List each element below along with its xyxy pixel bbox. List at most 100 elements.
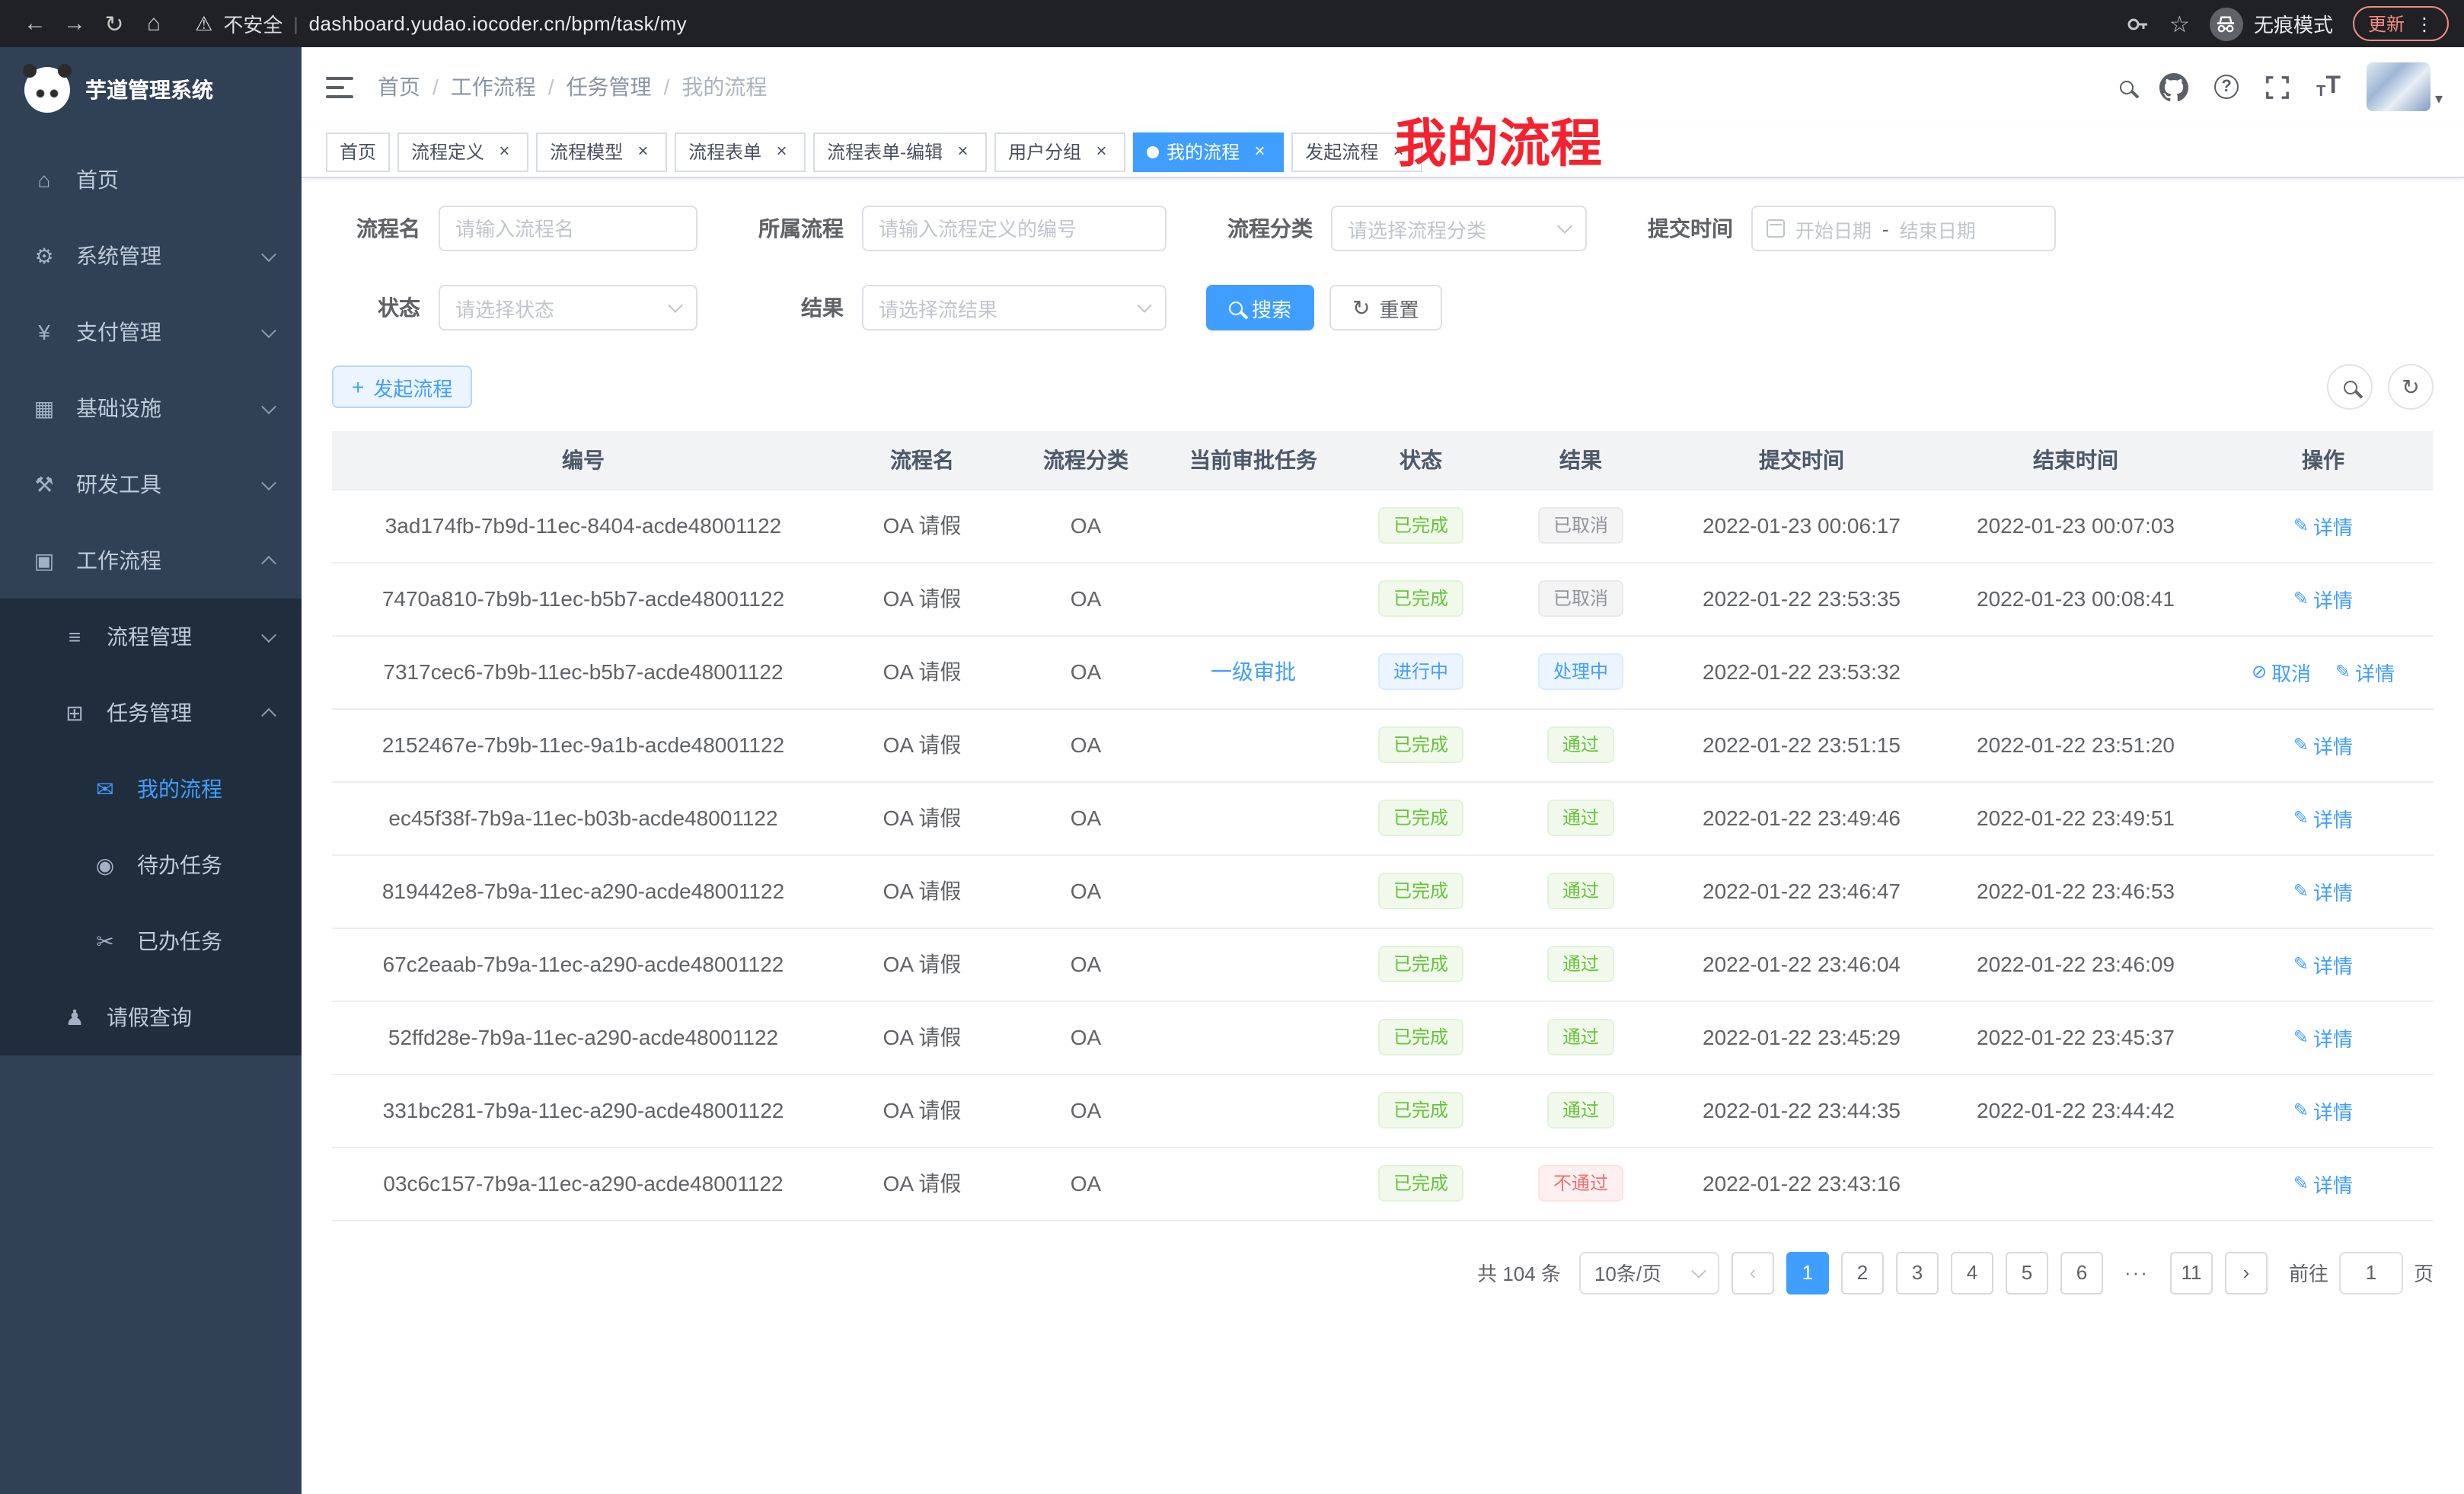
sidebar-item-system[interactable]: ⚙ 系统管理 (0, 218, 302, 294)
detail-link[interactable]: ✎ 详情 (2293, 876, 2353, 905)
process-table: 编号 流程名 流程分类 当前审批任务 状态 结果 (332, 431, 2434, 1221)
status-badge: 已完成 (1378, 1092, 1463, 1128)
sidebar-item-todo-task[interactable]: ◉ 待办任务 (0, 827, 302, 903)
sidebar-item-devtools[interactable]: ⚒ 研发工具 (0, 446, 302, 522)
cell-submit-time: 2022-01-22 23:46:04 (1664, 927, 1939, 1001)
forward-icon[interactable]: → (55, 11, 94, 37)
sidebar-item-leave-query[interactable]: ♟ 请假查询 (0, 979, 302, 1055)
page-size-select[interactable]: 10条/页 (1579, 1251, 1719, 1294)
fullscreen-icon[interactable] (2265, 74, 2290, 100)
page-button[interactable]: 11 (2170, 1251, 2213, 1294)
cell-end-time: 2022-01-22 23:49:51 (1939, 781, 2213, 854)
sidebar-item-my-process[interactable]: ✉ 我的流程 (0, 751, 302, 827)
update-button[interactable]: 更新 ⋮ (2353, 6, 2449, 41)
cell-id: 331bc281-7b9a-11ec-a290-acde48001122 (332, 1074, 835, 1147)
cell-id: 2152467e-7b9b-11ec-9a1b-acde48001122 (332, 708, 835, 781)
tab-close-icon[interactable]: × (1090, 141, 1112, 162)
tab-close-icon[interactable]: × (632, 141, 653, 162)
sidebar-item-home[interactable]: ⌂ 首页 (0, 142, 302, 218)
detail-link[interactable]: ✎ 详情 (2293, 1023, 2353, 1052)
status-select[interactable]: 请选择状态 (439, 285, 697, 330)
reload-icon[interactable]: ↻ (94, 10, 134, 37)
tab-process-form[interactable]: 流程表单 × (675, 132, 806, 171)
detail-icon: ✎ (2293, 1100, 2309, 1121)
result-label: 结果 (737, 292, 844, 323)
profile-badge[interactable]: 无痕模式 (2210, 7, 2333, 40)
tab-process-form-edit[interactable]: 流程表单-编辑 × (813, 132, 987, 171)
tab-my-process[interactable]: 我的流程 × (1133, 132, 1284, 171)
next-page-button[interactable]: › (2225, 1251, 2268, 1294)
tab-process-definition[interactable]: 流程定义 × (397, 132, 528, 171)
help-icon[interactable]: ? (2214, 75, 2239, 99)
column-header: 流程分类 (1010, 431, 1162, 489)
page-button[interactable]: 5 (2006, 1251, 2048, 1294)
sidebar-item-task-mgmt[interactable]: ⊞ 任务管理 (0, 675, 302, 751)
search-icon[interactable] (2120, 80, 2134, 94)
page-button[interactable]: ··· (2115, 1251, 2158, 1294)
breadcrumb-task-mgmt[interactable]: 任务管理 (567, 72, 652, 102)
jump-page-input[interactable] (2339, 1251, 2403, 1294)
menu-item-icon: ▣ (30, 547, 58, 573)
tab-user-group[interactable]: 用户分组 × (994, 132, 1125, 171)
cancel-link[interactable]: ⊘ 取消 (2252, 657, 2311, 686)
address-bar[interactable]: ⚠ 不安全 | dashboard.yudao.iocoder.cn/bpm/t… (195, 9, 2125, 38)
user-menu[interactable]: ▾ (2367, 62, 2443, 111)
sidebar-item-process-mgmt[interactable]: ≡ 流程管理 (0, 599, 302, 675)
detail-link[interactable]: ✎ 详情 (2293, 584, 2353, 613)
tab-close-icon[interactable]: × (1249, 141, 1270, 162)
page-button[interactable]: 3 (1896, 1251, 1939, 1294)
sidebar-item-payment[interactable]: ¥ 支付管理 (0, 294, 302, 370)
date-range-picker[interactable]: 开始日期 - 结束日期 (1751, 206, 2056, 251)
tab-close-icon[interactable]: × (771, 141, 792, 162)
sidebar-item-done-task[interactable]: ✂ 已办任务 (0, 903, 302, 979)
refresh-list-button[interactable]: ↻ (2388, 364, 2434, 410)
search-button[interactable]: 搜索 (1206, 285, 1314, 330)
sidebar-item-infra[interactable]: ▦ 基础设施 (0, 370, 302, 446)
cell-status: 已完成 (1345, 489, 1497, 562)
github-icon[interactable] (2159, 72, 2188, 101)
prev-page-button[interactable]: ‹ (1732, 1251, 1774, 1294)
start-process-button[interactable]: + 发起流程 (332, 366, 472, 408)
avatar[interactable] (2367, 62, 2430, 111)
page-button[interactable]: 4 (1951, 1251, 1993, 1294)
reset-button[interactable]: ↻ 重置 (1329, 285, 1442, 330)
detail-link[interactable]: ✎ 详情 (2293, 1169, 2353, 1198)
detail-link[interactable]: ✎ 详情 (2293, 730, 2353, 759)
sidebar-menu: ⌂ 首页 ⚙ 系统管理 ¥ 支付管理 (0, 132, 302, 1055)
browser-menu-icon[interactable]: ⋮ (2415, 13, 2434, 34)
sidebar-item-workflow[interactable]: ▣ 工作流程 (0, 522, 302, 599)
page-button[interactable]: 2 (1841, 1251, 1884, 1294)
detail-link[interactable]: ✎ 详情 (2293, 803, 2353, 832)
back-icon[interactable]: ← (15, 11, 55, 37)
page-button[interactable]: 1 (1786, 1251, 1829, 1294)
breadcrumb-workflow[interactable]: 工作流程 (451, 72, 536, 102)
hamburger-icon[interactable] (326, 75, 353, 98)
logo[interactable]: 芋道管理系统 (0, 47, 302, 132)
cell-name: OA 请假 (835, 489, 1010, 562)
detail-link[interactable]: ✎ 详情 (2293, 1096, 2353, 1125)
detail-link[interactable]: ✎ 详情 (2293, 511, 2353, 540)
process-name-input[interactable] (439, 206, 697, 251)
detail-link[interactable]: ✎ 详情 (2335, 657, 2395, 686)
page-button[interactable]: 6 (2060, 1251, 2103, 1294)
cell-name: OA 请假 (835, 781, 1010, 854)
process-def-input[interactable] (862, 206, 1167, 251)
chevron-down-icon (668, 298, 683, 313)
cell-category: OA (1010, 781, 1162, 854)
tab-home[interactable]: 首页 (326, 132, 390, 171)
tab-process-model[interactable]: 流程模型 × (536, 132, 667, 171)
task-link[interactable]: 一级审批 (1211, 659, 1296, 684)
chevron-down-icon (1691, 1263, 1706, 1278)
annotation-title: 我的流程 (1395, 102, 1602, 177)
breadcrumb-home[interactable]: 首页 (378, 72, 420, 102)
result-select[interactable]: 请选择流结果 (862, 285, 1167, 330)
key-icon[interactable] (2125, 11, 2150, 36)
category-select[interactable]: 请选择流程分类 (1331, 206, 1587, 251)
font-size-icon[interactable]: TT (2316, 73, 2341, 101)
star-icon[interactable]: ☆ (2169, 10, 2190, 37)
home-icon[interactable]: ⌂ (134, 11, 174, 37)
tab-close-icon[interactable]: × (952, 141, 973, 162)
tab-close-icon[interactable]: × (493, 141, 515, 162)
detail-link[interactable]: ✎ 详情 (2293, 950, 2353, 978)
toggle-search-button[interactable] (2327, 364, 2373, 410)
